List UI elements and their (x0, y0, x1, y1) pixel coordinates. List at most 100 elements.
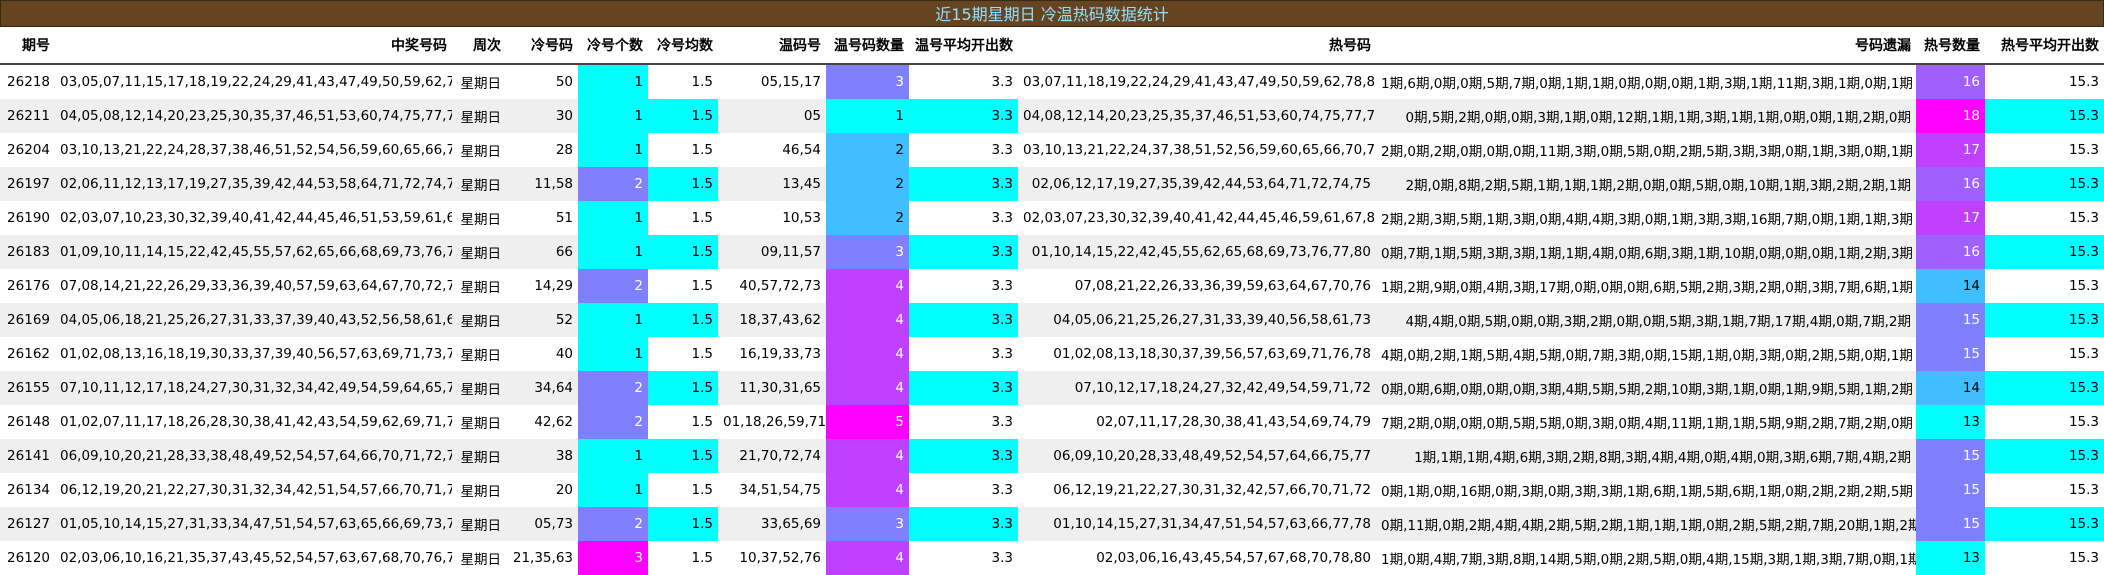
cell-hot-count: 15 (1916, 337, 1985, 371)
cell-warm: 05 (718, 99, 826, 133)
cell-warm: 11,30,31,65 (718, 371, 826, 405)
table-row: 26134 06,12,19,20,21,22,27,30,31,32,34,42… (0, 473, 2104, 507)
col-cold-avg[interactable]: 冷号均数 (648, 27, 718, 65)
cell-issue: 26176 (0, 269, 55, 303)
cell-warm-avg: 3.3 (909, 64, 1018, 99)
col-hot[interactable]: 热号码 (1018, 27, 1376, 65)
cell-warm-count: 2 (826, 167, 909, 201)
cell-winning: 01,02,08,13,16,18,19,30,33,37,39,40,56,5… (55, 337, 452, 371)
table-row: 26211 04,05,08,12,14,20,23,25,30,35,37,46… (0, 99, 2104, 133)
cell-miss: 4期,0期,2期,1期,5期,4期,5期,0期,7期,3期,0期,15期,1期,… (1376, 337, 1916, 371)
cell-hot-count: 17 (1916, 133, 1985, 167)
cell-cold-avg: 1.5 (648, 473, 718, 507)
cell-warm-count: 3 (826, 507, 909, 541)
cell-warm-avg: 3.3 (909, 269, 1018, 303)
table-row: 26218 03,05,07,11,15,17,18,19,22,24,29,41… (0, 64, 2104, 99)
cell-hot-avg: 15.3 (1985, 473, 2104, 507)
col-warm-count[interactable]: 温号码数量 (826, 27, 909, 65)
cell-weekday: 星期日 (452, 337, 506, 371)
cell-hot: 01,02,08,13,18,30,37,39,56,57,63,69,71,7… (1018, 337, 1376, 371)
cell-warm-count: 4 (826, 439, 909, 473)
cell-warm: 40,57,72,73 (718, 269, 826, 303)
cell-winning: 04,05,06,18,21,25,26,27,31,33,37,39,40,4… (55, 303, 452, 337)
cell-cold-count: 1 (578, 473, 648, 507)
cell-cold-avg: 1.5 (648, 371, 718, 405)
cell-miss: 2期,0期,2期,0期,0期,0期,11期,3期,0期,5期,0期,2期,5期,… (1376, 133, 1916, 167)
cell-cold-avg: 1.5 (648, 99, 718, 133)
cell-warm-avg: 3.3 (909, 473, 1018, 507)
col-issue[interactable]: 期号 (0, 27, 55, 65)
cell-warm-avg: 3.3 (909, 133, 1018, 167)
cell-warm-count: 4 (826, 337, 909, 371)
cell-cold-avg: 1.5 (648, 133, 718, 167)
cell-warm: 33,65,69 (718, 507, 826, 541)
cell-cold: 20 (506, 473, 578, 507)
cell-cold: 38 (506, 439, 578, 473)
col-hot-avg[interactable]: 热号平均开出数 (1985, 27, 2104, 65)
cell-weekday: 星期日 (452, 167, 506, 201)
stats-table: 期号 中奖号码 周次 冷号码 冷号个数 冷号均数 温码号 温号码数量 温号平均开… (0, 27, 2104, 575)
col-warm[interactable]: 温码号 (718, 27, 826, 65)
cell-winning: 07,08,14,21,22,26,29,33,36,39,40,57,59,6… (55, 269, 452, 303)
cell-cold: 14,29 (506, 269, 578, 303)
cell-hot: 01,10,14,15,27,31,34,47,51,54,57,63,66,7… (1018, 507, 1376, 541)
cell-cold-count: 1 (578, 133, 648, 167)
cell-hot-count: 16 (1916, 64, 1985, 99)
cell-warm-avg: 3.3 (909, 235, 1018, 269)
cell-cold: 42,62 (506, 405, 578, 439)
cell-cold-avg: 1.5 (648, 303, 718, 337)
cell-warm: 46,54 (718, 133, 826, 167)
cell-cold-avg: 1.5 (648, 507, 718, 541)
cell-hot-avg: 15.3 (1985, 167, 2104, 201)
cell-cold: 66 (506, 235, 578, 269)
cell-warm-count: 5 (826, 405, 909, 439)
cell-issue: 26211 (0, 99, 55, 133)
cell-winning: 04,05,08,12,14,20,23,25,30,35,37,46,51,5… (55, 99, 452, 133)
cell-weekday: 星期日 (452, 133, 506, 167)
cell-hot-avg: 15.3 (1985, 303, 2104, 337)
col-cold[interactable]: 冷号码 (506, 27, 578, 65)
col-warm-avg[interactable]: 温号平均开出数 (909, 27, 1018, 65)
cell-warm-avg: 3.3 (909, 167, 1018, 201)
cell-issue: 26183 (0, 235, 55, 269)
col-cold-count[interactable]: 冷号个数 (578, 27, 648, 65)
cell-miss: 2期,0期,8期,2期,5期,1期,1期,1期,2期,0期,0期,5期,0期,1… (1376, 167, 1916, 201)
cell-miss: 0期,5期,2期,0期,0期,3期,1期,0期,12期,1期,1期,3期,1期,… (1376, 99, 1916, 133)
cell-issue: 26162 (0, 337, 55, 371)
cell-miss: 1期,0期,4期,7期,3期,8期,14期,5期,0期,2期,5期,0期,4期,… (1376, 541, 1916, 575)
cell-winning: 06,09,10,20,21,28,33,38,48,49,52,54,57,6… (55, 439, 452, 473)
cell-hot-count: 15 (1916, 303, 1985, 337)
cell-weekday: 星期日 (452, 439, 506, 473)
col-winning[interactable]: 中奖号码 (55, 27, 452, 65)
cell-cold: 05,73 (506, 507, 578, 541)
cell-hot-count: 13 (1916, 405, 1985, 439)
cell-hot: 06,12,19,21,22,27,30,31,32,42,57,66,70,7… (1018, 473, 1376, 507)
cell-issue: 26134 (0, 473, 55, 507)
cell-miss: 2期,2期,3期,5期,1期,3期,0期,4期,4期,3期,0期,1期,3期,3… (1376, 201, 1916, 235)
cell-issue: 26141 (0, 439, 55, 473)
col-miss[interactable]: 号码遗漏 (1376, 27, 1916, 65)
cell-winning: 03,10,13,21,22,24,28,37,38,46,51,52,54,5… (55, 133, 452, 167)
cell-weekday: 星期日 (452, 507, 506, 541)
col-weekday[interactable]: 周次 (452, 27, 506, 65)
header-row: 期号 中奖号码 周次 冷号码 冷号个数 冷号均数 温码号 温号码数量 温号平均开… (0, 27, 2104, 65)
cell-winning: 03,05,07,11,15,17,18,19,22,24,29,41,43,4… (55, 64, 452, 99)
cell-warm-avg: 3.3 (909, 439, 1018, 473)
cell-warm: 21,70,72,74 (718, 439, 826, 473)
cell-hot-avg: 15.3 (1985, 405, 2104, 439)
page-title: 近15期星期日 冷温热码数据统计 (0, 0, 2104, 27)
cell-cold-avg: 1.5 (648, 439, 718, 473)
cell-issue: 26127 (0, 507, 55, 541)
cell-winning: 02,03,06,10,16,21,35,37,43,45,52,54,57,6… (55, 541, 452, 575)
cell-weekday: 星期日 (452, 269, 506, 303)
col-hot-count[interactable]: 热号数量 (1916, 27, 1985, 65)
cell-winning: 01,02,07,11,17,18,26,28,30,38,41,42,43,5… (55, 405, 452, 439)
cell-cold: 52 (506, 303, 578, 337)
table-row: 26148 01,02,07,11,17,18,26,28,30,38,41,42… (0, 405, 2104, 439)
cell-hot: 01,10,14,15,22,42,45,55,62,65,68,69,73,7… (1018, 235, 1376, 269)
cell-hot: 02,03,06,16,43,45,54,57,67,68,70,78,80 (1018, 541, 1376, 575)
cell-warm-avg: 3.3 (909, 99, 1018, 133)
cell-warm-count: 2 (826, 201, 909, 235)
cell-warm: 10,37,52,76 (718, 541, 826, 575)
cell-weekday: 星期日 (452, 405, 506, 439)
